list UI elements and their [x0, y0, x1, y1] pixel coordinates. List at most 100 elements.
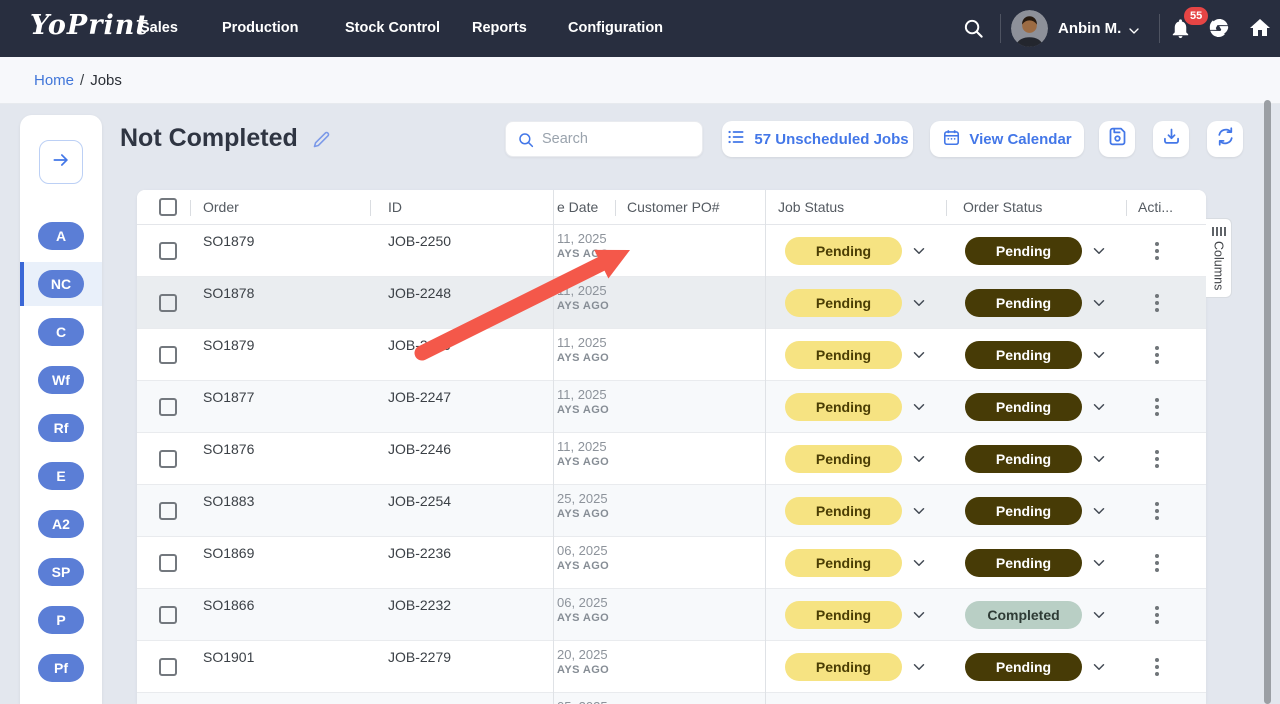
row-checkbox[interactable]	[159, 242, 177, 260]
order-cell[interactable]: SO1866	[203, 597, 254, 613]
order-status-badge[interactable]: Pending	[965, 289, 1082, 317]
table-row[interactable]: SO1883 JOB-2254 25, 2025 AYS AGO Pending…	[137, 485, 1206, 537]
nav-item-reports[interactable]: Reports	[472, 0, 527, 57]
notification-badge[interactable]: 55	[1184, 7, 1208, 25]
job-status-badge[interactable]: Pending	[785, 341, 902, 369]
sidebar-item-pf[interactable]: Pf	[38, 654, 84, 682]
chevron-down-icon[interactable]	[1090, 658, 1108, 681]
row-checkbox[interactable]	[159, 346, 177, 364]
table-row[interactable]: SO1879 JOB-2249 11, 2025 AYS AGO Pending…	[137, 329, 1206, 381]
order-status-badge[interactable]: Pending	[965, 237, 1082, 265]
row-checkbox[interactable]	[159, 554, 177, 572]
select-all-checkbox[interactable]	[159, 198, 177, 216]
chevron-down-icon[interactable]	[910, 294, 928, 317]
row-checkbox[interactable]	[159, 398, 177, 416]
order-cell[interactable]: SO1878	[203, 285, 254, 301]
column-header-job-status[interactable]: Job Status	[778, 199, 844, 215]
table-row[interactable]: SO1878 JOB-2248 11, 2025 AYS AGO Pending…	[137, 277, 1206, 329]
view-calendar-button[interactable]: View Calendar	[930, 121, 1084, 157]
chevron-down-icon[interactable]	[1090, 502, 1108, 525]
chevron-down-icon[interactable]	[910, 502, 928, 525]
job-status-badge[interactable]: Pending	[785, 549, 902, 577]
sidebar-item-sp[interactable]: SP	[38, 558, 84, 586]
column-header-id[interactable]: ID	[388, 199, 402, 215]
row-actions-menu-icon[interactable]	[1148, 602, 1166, 628]
order-cell[interactable]: SO1901	[203, 649, 254, 665]
job-status-badge[interactable]: Pending	[785, 601, 902, 629]
unscheduled-jobs-button[interactable]: 57 Unscheduled Jobs	[722, 121, 913, 157]
chevron-down-icon[interactable]	[910, 242, 928, 265]
row-checkbox[interactable]	[159, 658, 177, 676]
sidebar-item-nc[interactable]: NC	[38, 270, 84, 298]
save-view-button[interactable]	[1099, 121, 1135, 157]
sidebar-item-e[interactable]: E	[38, 462, 84, 490]
search-icon[interactable]	[962, 17, 985, 40]
sidebar-item-wf[interactable]: Wf	[38, 366, 84, 394]
order-status-badge[interactable]: Pending	[965, 497, 1082, 525]
job-status-badge[interactable]: Pending	[785, 497, 902, 525]
sidebar-expand-button[interactable]	[39, 140, 83, 184]
breadcrumb-home-link[interactable]: Home	[34, 72, 74, 89]
table-row[interactable]: SO1879 JOB-2250 11, 2025 AYS AGO Pending…	[137, 225, 1206, 277]
edit-pencil-icon[interactable]	[311, 129, 332, 155]
sidebar-item-c[interactable]: C	[38, 318, 84, 346]
vertical-scrollbar[interactable]	[1264, 100, 1271, 704]
row-actions-menu-icon[interactable]	[1148, 342, 1166, 368]
table-row[interactable]: SO1904 JOB-2285 05, 2025	[137, 693, 1206, 704]
row-checkbox[interactable]	[159, 606, 177, 624]
avatar[interactable]	[1011, 10, 1048, 47]
row-actions-menu-icon[interactable]	[1148, 394, 1166, 420]
column-header-actions[interactable]: Acti...	[1138, 199, 1173, 215]
table-row[interactable]: SO1869 JOB-2236 06, 2025 AYS AGO Pending…	[137, 537, 1206, 589]
chevron-down-icon[interactable]	[1090, 554, 1108, 577]
order-status-badge[interactable]: Pending	[965, 653, 1082, 681]
sidebar-item-a2[interactable]: A2	[38, 510, 84, 538]
table-row[interactable]: SO1876 JOB-2246 11, 2025 AYS AGO Pending…	[137, 433, 1206, 485]
order-cell[interactable]: SO1876	[203, 441, 254, 457]
order-cell[interactable]: SO1879	[203, 233, 254, 249]
chevron-down-icon[interactable]	[1090, 450, 1108, 473]
job-status-badge[interactable]: Pending	[785, 393, 902, 421]
order-status-badge[interactable]: Pending	[965, 393, 1082, 421]
order-status-badge[interactable]: Pending	[965, 549, 1082, 577]
chevron-down-icon[interactable]	[1126, 23, 1142, 39]
row-actions-menu-icon[interactable]	[1148, 290, 1166, 316]
nav-item-configuration[interactable]: Configuration	[568, 0, 663, 57]
order-cell[interactable]: SO1877	[203, 389, 254, 405]
user-name[interactable]: Anbin M.	[1058, 0, 1121, 57]
chevron-down-icon[interactable]	[910, 398, 928, 421]
search-input[interactable]	[542, 122, 698, 156]
chevron-down-icon[interactable]	[1090, 346, 1108, 369]
job-status-badge[interactable]: Pending	[785, 445, 902, 473]
table-row[interactable]: SO1901 JOB-2279 20, 2025 AYS AGO Pending…	[137, 641, 1206, 693]
row-actions-menu-icon[interactable]	[1148, 550, 1166, 576]
order-cell[interactable]: SO1879	[203, 337, 254, 353]
job-status-badge[interactable]: Pending	[785, 237, 902, 265]
row-actions-menu-icon[interactable]	[1148, 446, 1166, 472]
chevron-down-icon[interactable]	[1090, 242, 1108, 265]
table-row[interactable]: SO1866 JOB-2232 06, 2025 AYS AGO Pending…	[137, 589, 1206, 641]
order-status-badge[interactable]: Pending	[965, 445, 1082, 473]
row-checkbox[interactable]	[159, 294, 177, 312]
sidebar-item-a[interactable]: A	[38, 222, 84, 250]
nav-item-stock-control[interactable]: Stock Control	[345, 0, 440, 57]
chevron-down-icon[interactable]	[1090, 294, 1108, 317]
order-status-badge[interactable]: Pending	[965, 341, 1082, 369]
sidebar-item-rf[interactable]: Rf	[38, 414, 84, 442]
chevron-down-icon[interactable]	[910, 554, 928, 577]
column-header-order[interactable]: Order	[203, 199, 239, 215]
order-status-badge[interactable]: Completed	[965, 601, 1082, 629]
export-download-button[interactable]	[1153, 121, 1189, 157]
column-header-order-status[interactable]: Order Status	[963, 199, 1042, 215]
table-row[interactable]: SO1877 JOB-2247 11, 2025 AYS AGO Pending…	[137, 381, 1206, 433]
row-actions-menu-icon[interactable]	[1148, 654, 1166, 680]
yoprint-logo[interactable]: YoPrint	[30, 10, 149, 41]
nav-item-production[interactable]: Production	[222, 0, 299, 57]
columns-panel-tab[interactable]: Columns	[1206, 218, 1232, 298]
row-actions-menu-icon[interactable]	[1148, 238, 1166, 264]
column-header-due-date[interactable]: e Date	[557, 199, 598, 215]
aperture-icon[interactable]	[1208, 17, 1230, 39]
sidebar-item-p[interactable]: P	[38, 606, 84, 634]
order-cell[interactable]: SO1883	[203, 493, 254, 509]
job-status-badge[interactable]: Pending	[785, 289, 902, 317]
